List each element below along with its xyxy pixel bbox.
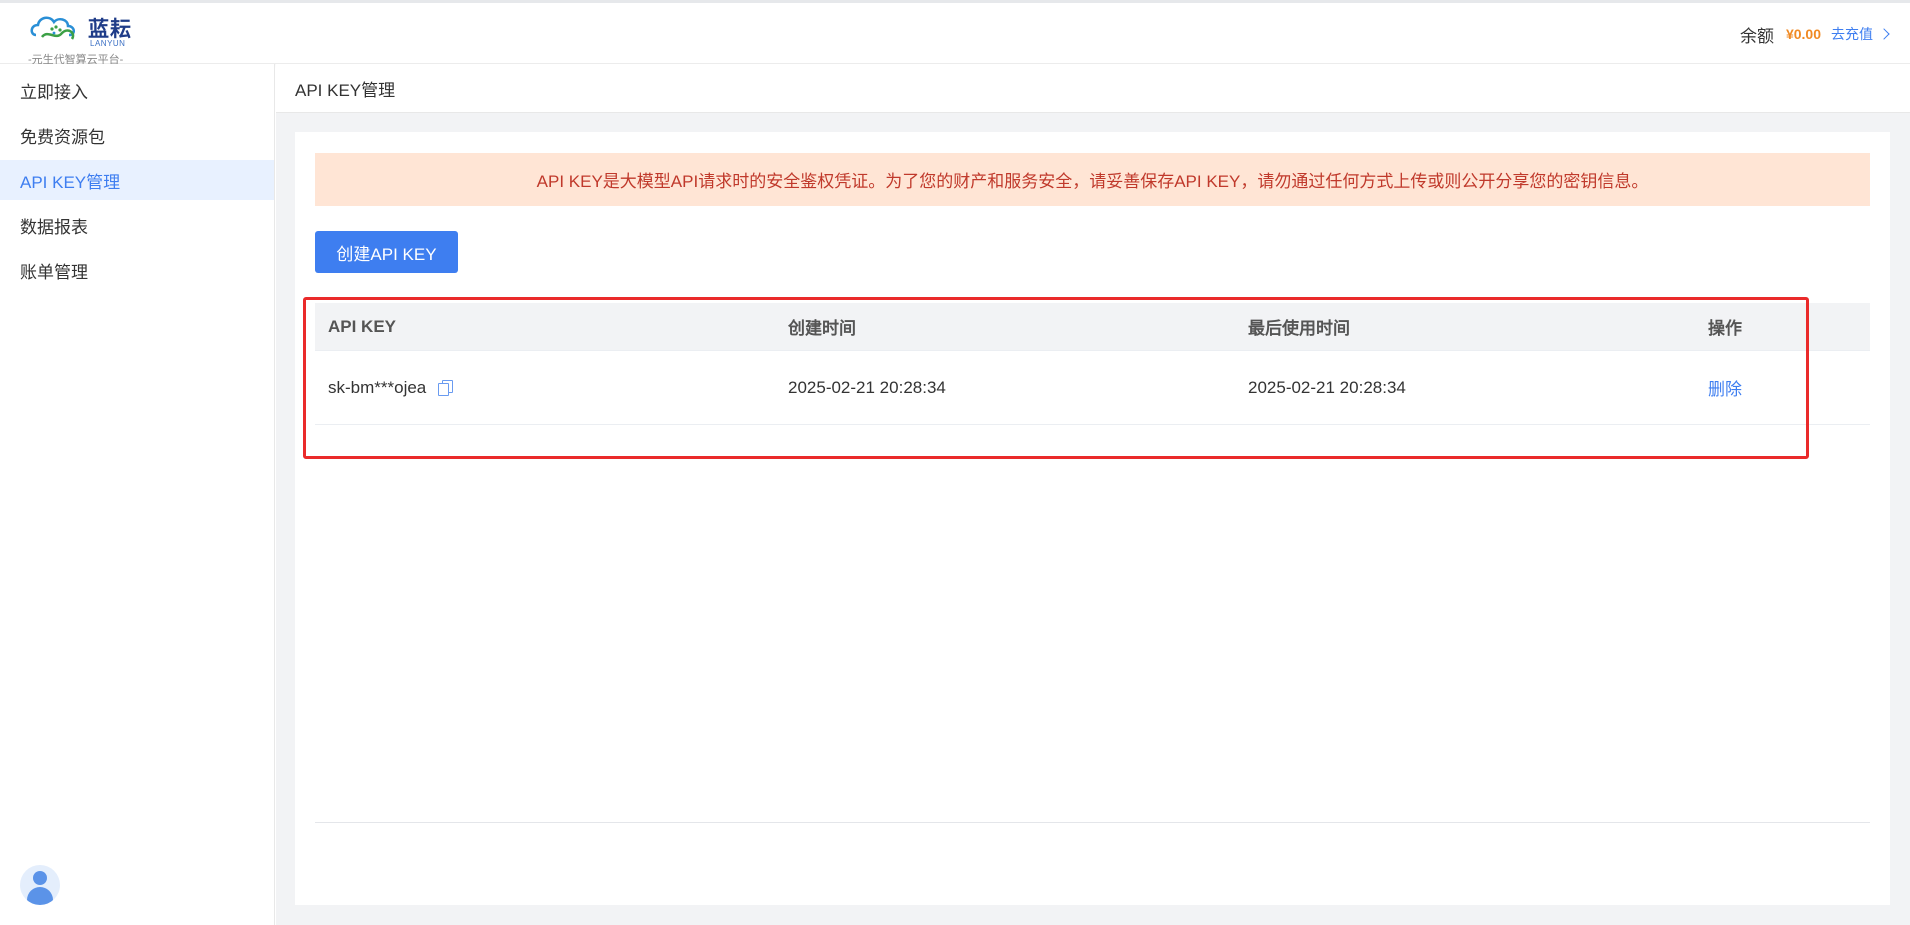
cell-created-at: 2025-02-21 20:28:34	[788, 377, 946, 397]
copy-icon-front	[438, 382, 450, 396]
cell-api-key: sk-bm***ojea	[315, 378, 775, 398]
sidebar-item-free-resources[interactable]: 免费资源包	[0, 115, 274, 155]
recharge-link[interactable]: 去充值	[1831, 24, 1890, 44]
main-content: API KEY管理 API KEY是大模型API请求时的安全鉴权凭证。为了您的财…	[276, 64, 1910, 925]
table-row: sk-bm***ojea 2025-02-21 20:28:34 2025-02…	[315, 350, 1870, 425]
recharge-label: 去充值	[1831, 26, 1873, 42]
security-alert: API KEY是大模型API请求时的安全鉴权凭证。为了您的财产和服务安全，请妥善…	[315, 153, 1870, 206]
sidebar-item-label: API KEY管理	[20, 172, 121, 192]
table-header: API KEY 创建时间 最后使用时间 操作	[315, 303, 1870, 350]
cell-action: 删除	[1695, 375, 1870, 400]
content-panel: API KEY是大模型API请求时的安全鉴权凭证。为了您的财产和服务安全，请妥善…	[295, 132, 1890, 905]
brand-logo[interactable]: 蓝耘 LANYUN -元生代智算云平台-	[28, 11, 138, 66]
top-header: 蓝耘 LANYUN -元生代智算云平台- 余额 ¥0.00 去充值	[0, 0, 1910, 66]
column-header-last-used: 最后使用时间	[1248, 319, 1350, 338]
column-header-action: 操作	[1708, 319, 1742, 338]
page-title: API KEY管理	[276, 64, 1910, 113]
avatar-body	[27, 887, 53, 905]
cell-last-used-at: 2025-02-21 20:28:34	[1248, 377, 1406, 397]
sidebar-item-data-report[interactable]: 数据报表	[0, 205, 274, 245]
sidebar-item-label: 免费资源包	[20, 127, 105, 147]
sidebar-item-quick-access[interactable]: 立即接入	[0, 70, 274, 110]
api-key-table: API KEY 创建时间 最后使用时间 操作 sk-bm***ojea 2025…	[315, 303, 1870, 425]
sidebar-item-api-key[interactable]: API KEY管理	[0, 160, 274, 200]
api-key-value: sk-bm***ojea	[328, 377, 427, 397]
table-footer-divider	[315, 822, 1870, 823]
copy-icon[interactable]	[438, 379, 454, 396]
create-api-key-button[interactable]: 创建API KEY	[315, 231, 458, 273]
sidebar: 立即接入 免费资源包 API KEY管理 数据报表 账单管理	[0, 64, 275, 925]
brand-name-en: LANYUN	[90, 39, 126, 48]
delete-link[interactable]: 删除	[1708, 380, 1742, 399]
user-avatar-icon[interactable]	[20, 865, 60, 905]
avatar-head	[33, 871, 47, 885]
column-header-created-at: 创建时间	[788, 319, 856, 338]
balance-area: 余额 ¥0.00 去充值	[1739, 21, 1890, 47]
sidebar-item-billing[interactable]: 账单管理	[0, 250, 274, 290]
sidebar-item-label: 立即接入	[20, 82, 88, 102]
balance-value: ¥0.00	[1785, 26, 1821, 42]
column-header-api-key: API KEY	[328, 316, 397, 336]
chevron-right-icon	[1878, 28, 1890, 40]
sidebar-item-label: 账单管理	[20, 262, 88, 282]
balance-label: 余额	[1739, 26, 1774, 46]
sidebar-item-label: 数据报表	[20, 217, 88, 237]
lanyun-logo-icon	[30, 16, 75, 40]
